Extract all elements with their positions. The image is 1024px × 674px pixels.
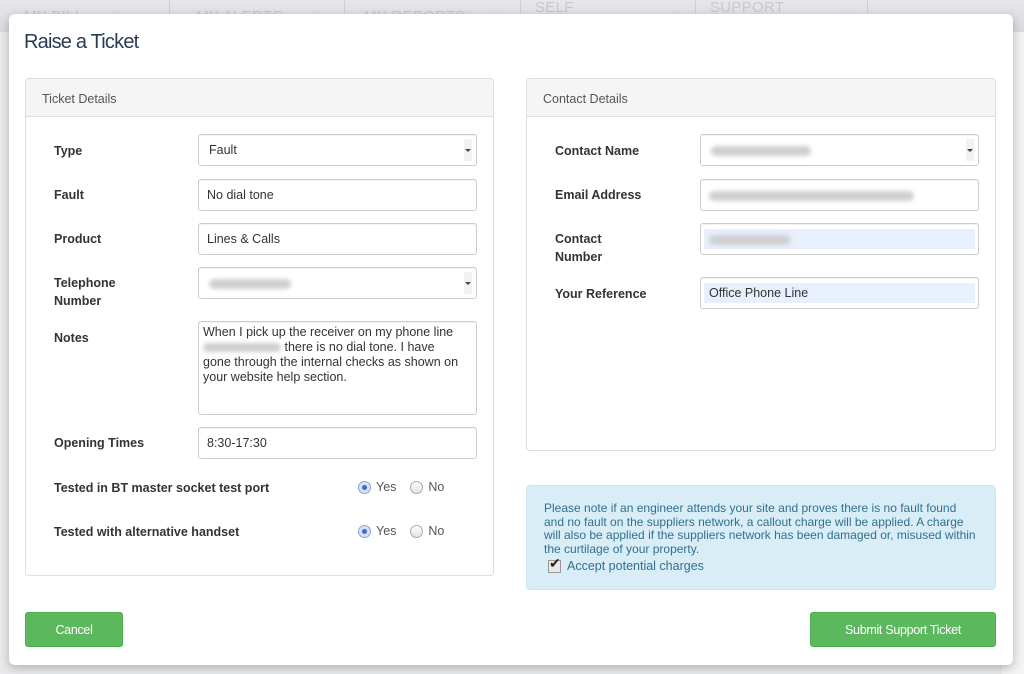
redacted-value	[709, 234, 791, 245]
notice-text: Please note if an engineer attends your …	[544, 501, 976, 556]
notes-textarea[interactable]: When I pick up the receiver on my phone …	[198, 321, 477, 415]
callout-charge-notice: Please note if an engineer attends your …	[526, 485, 996, 590]
panel-heading: Ticket Details	[26, 79, 493, 117]
tested-alt-handset-label: Tested with alternative handset	[54, 525, 240, 539]
tested-master-socket-radio-group: Yes No	[358, 480, 458, 494]
email-address-input[interactable]	[700, 179, 979, 211]
telephone-number-label: Telephone Number	[54, 276, 116, 308]
checkbox-checked-icon[interactable]	[548, 557, 561, 574]
type-label: Type	[54, 144, 83, 158]
email-address-label: Email Address	[555, 188, 642, 202]
contact-number-label: Contact Number	[555, 232, 603, 264]
opening-times-label: Opening Times	[54, 436, 145, 450]
type-select[interactable]: Fault	[198, 134, 477, 166]
radio-checked-icon[interactable]	[358, 480, 371, 494]
notes-label: Notes	[54, 331, 89, 345]
radio-unchecked-icon[interactable]	[410, 524, 424, 538]
raise-ticket-modal: Raise a Ticket Ticket Details Type Fault…	[9, 14, 1013, 665]
submit-support-ticket-button[interactable]: Submit Support Ticket	[810, 612, 996, 647]
tested-master-socket-no[interactable]: No	[410, 480, 444, 494]
tested-alt-handset-yes[interactable]: Yes	[358, 524, 396, 538]
your-reference-label: Your Reference	[555, 287, 647, 301]
dropdown-arrow-icon	[464, 139, 472, 161]
cancel-button[interactable]: Cancel	[25, 612, 123, 647]
redacted-value	[711, 145, 811, 156]
your-reference-input[interactable]: Office Phone Line	[700, 277, 979, 309]
tested-alt-handset-no[interactable]: No	[410, 524, 444, 538]
dropdown-arrow-icon	[966, 139, 974, 161]
redacted-value	[203, 343, 281, 353]
tested-master-socket-yes[interactable]: Yes	[358, 480, 396, 494]
redacted-value	[209, 278, 291, 289]
fault-label: Fault	[54, 188, 84, 202]
tested-master-socket-label: Tested in BT master socket test port	[54, 481, 270, 495]
modal-title: Raise a Ticket	[24, 31, 139, 53]
contact-number-input[interactable]	[700, 223, 979, 255]
dropdown-arrow-icon	[464, 272, 472, 294]
product-input[interactable]: Lines & Calls	[198, 223, 477, 255]
telephone-number-select[interactable]	[198, 267, 477, 299]
ticket-details-panel: Ticket Details Type Fault Fault No dial …	[25, 78, 494, 576]
radio-unchecked-icon[interactable]	[410, 480, 424, 494]
contact-name-label: Contact Name	[555, 144, 640, 158]
fault-input[interactable]: No dial tone	[198, 179, 477, 211]
radio-checked-icon[interactable]	[358, 524, 371, 538]
opening-times-input[interactable]: 8:30-17:30	[198, 427, 477, 459]
tested-alt-handset-radio-group: Yes No	[358, 524, 458, 538]
panel-heading: Contact Details	[527, 79, 995, 117]
redacted-value	[709, 190, 914, 201]
contact-name-select[interactable]	[700, 134, 979, 166]
product-label: Product	[54, 232, 102, 246]
contact-details-panel: Contact Details Contact Name Email Addre…	[526, 78, 996, 451]
accept-charges-checkbox[interactable]: Accept potential charges	[548, 557, 979, 574]
